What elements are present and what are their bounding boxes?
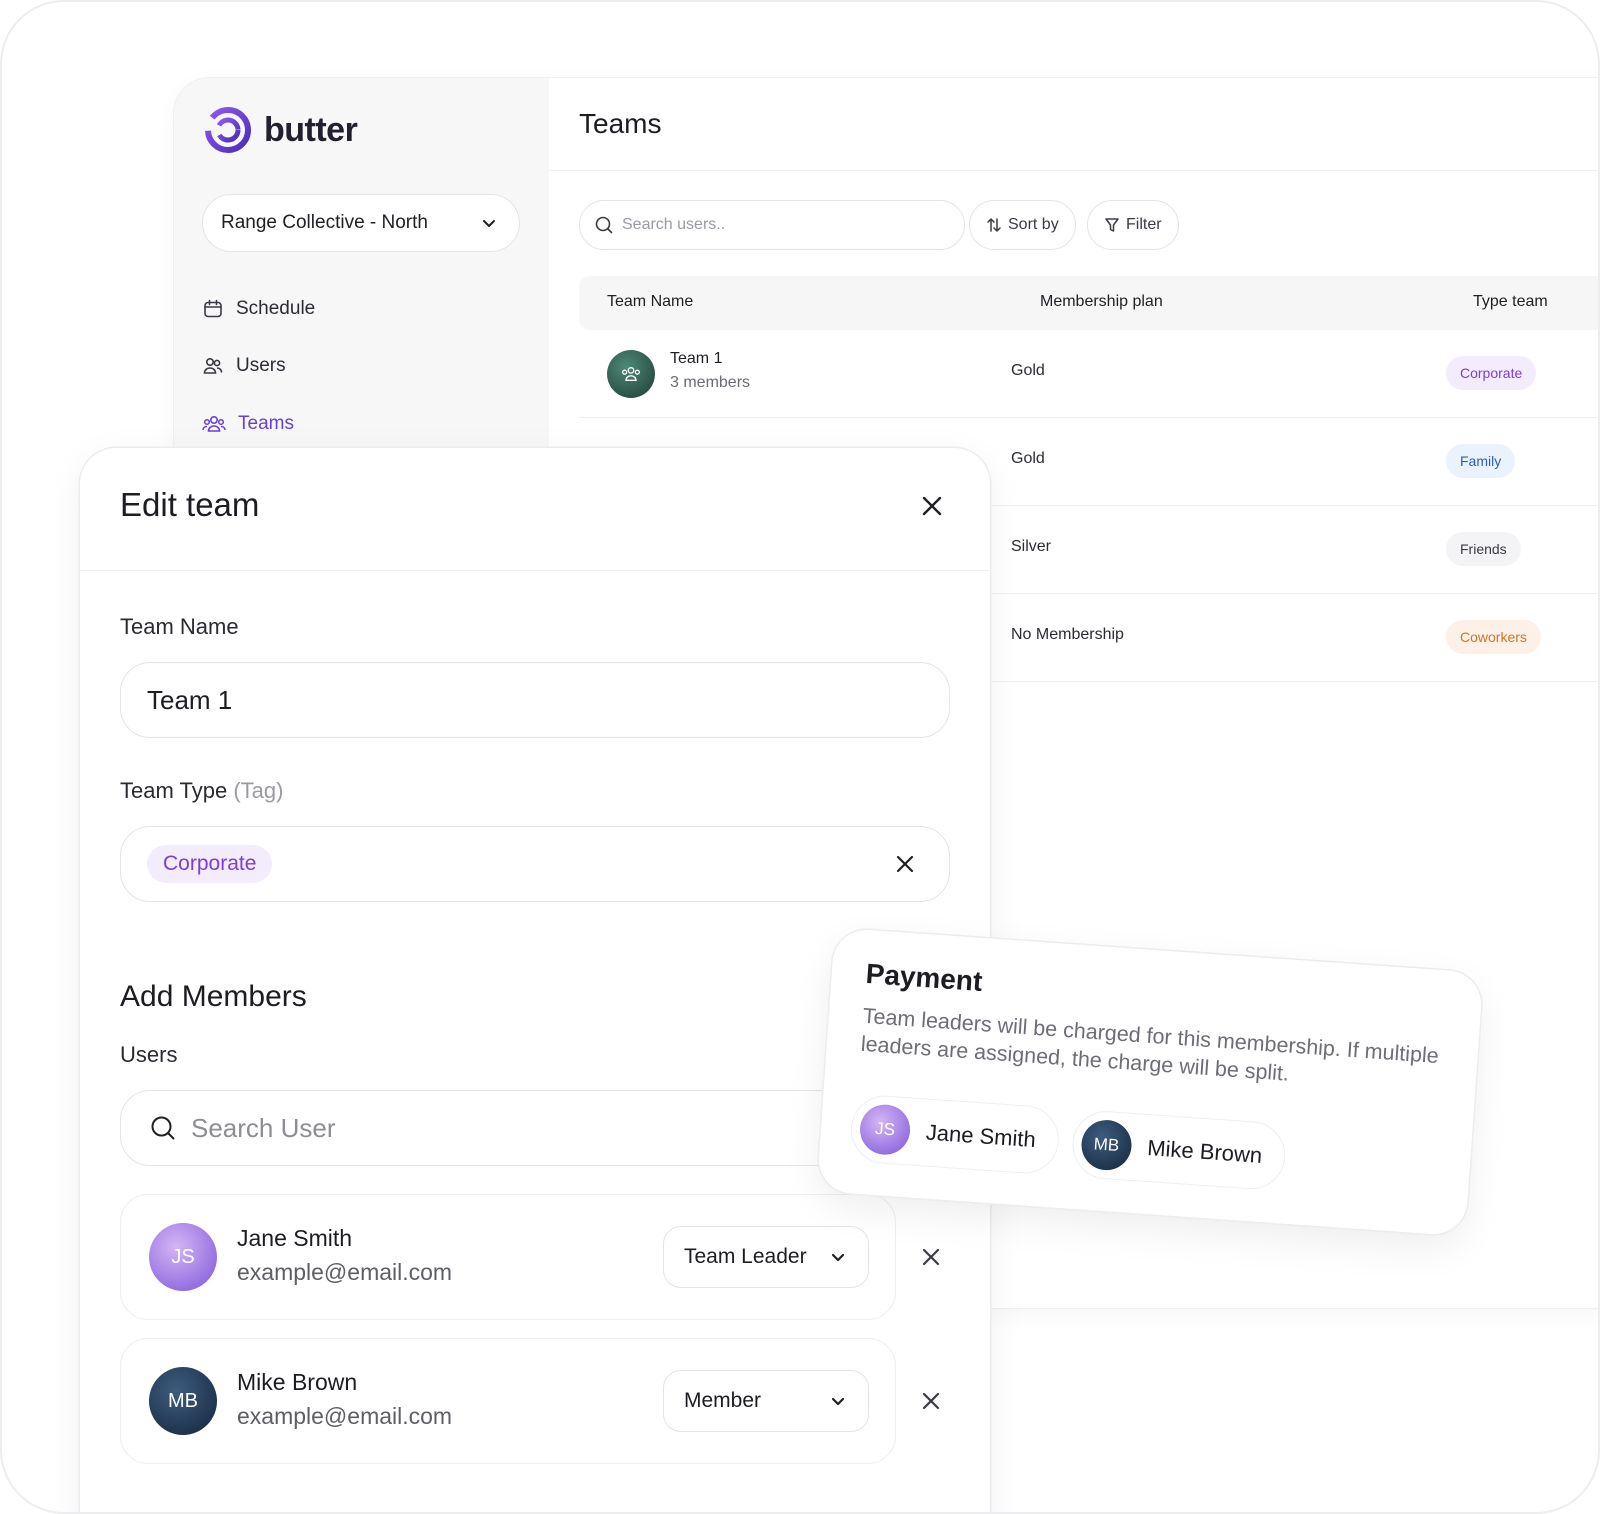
sidebar-item-label: Users bbox=[236, 355, 286, 376]
team-name-label: Team Name bbox=[120, 614, 239, 639]
member-name: Mike Brown bbox=[237, 1369, 358, 1395]
team-avatar bbox=[607, 350, 655, 398]
remove-member-button[interactable] bbox=[921, 1391, 941, 1416]
avatar: MB bbox=[1079, 1118, 1134, 1172]
header-divider bbox=[549, 170, 1598, 171]
team-members-count: 3 members bbox=[670, 374, 751, 391]
column-header[interactable]: Type team bbox=[1473, 293, 1548, 311]
team-type-input[interactable]: Corporate bbox=[120, 826, 950, 902]
filter-label: Filter bbox=[1126, 216, 1162, 233]
role-select[interactable]: Member bbox=[663, 1370, 869, 1432]
role-value: Team Leader bbox=[684, 1245, 807, 1268]
users-label: Users bbox=[120, 1042, 178, 1067]
team-name: Team 1 bbox=[670, 350, 723, 367]
team-type-badge: Family bbox=[1446, 444, 1516, 478]
page-title: Teams bbox=[579, 108, 662, 139]
team-name-input[interactable]: Team 1 bbox=[120, 662, 950, 738]
column-header[interactable]: Membership plan bbox=[1040, 293, 1163, 311]
payment-card: Payment Team leaders will be charged for… bbox=[816, 927, 1484, 1237]
butter-logo-icon bbox=[205, 107, 251, 153]
chevron-down-icon bbox=[831, 1253, 845, 1262]
users-icon bbox=[203, 357, 223, 374]
filter-icon bbox=[1105, 218, 1119, 232]
column-header[interactable]: Team Name bbox=[607, 293, 693, 311]
member-card: MB Mike Brown example@email.com Member bbox=[120, 1338, 940, 1464]
payment-user-chip: MB Mike Brown bbox=[1070, 1108, 1288, 1192]
member-name: Jane Smith bbox=[237, 1225, 353, 1251]
member-card: JS Jane Smith example@email.com Team Lea… bbox=[120, 1194, 940, 1320]
search-user-placeholder: Search User bbox=[191, 1112, 336, 1143]
search-icon bbox=[151, 1116, 175, 1140]
sidebar-item-label: Teams bbox=[238, 413, 294, 434]
location-label: Range Collective - North bbox=[221, 212, 428, 233]
membership-plan: Gold bbox=[1011, 362, 1045, 379]
role-select[interactable]: Team Leader bbox=[663, 1226, 869, 1288]
sort-icon bbox=[987, 218, 1001, 232]
avatar: JS bbox=[858, 1102, 912, 1157]
location-select[interactable]: Range Collective - North bbox=[202, 194, 520, 252]
brand-name: butter bbox=[264, 110, 358, 149]
screenshot-frame: butter Range Collective - North Schedule… bbox=[0, 0, 1600, 1514]
team-type-label: Team Type (Tag) bbox=[120, 778, 283, 804]
clear-tag-icon[interactable] bbox=[895, 854, 915, 874]
teams-icon bbox=[621, 366, 640, 382]
team-type-badge: Friends bbox=[1446, 532, 1521, 566]
modal-title: Edit team bbox=[120, 486, 260, 523]
sidebar-item-label: Schedule bbox=[236, 298, 316, 319]
table-header: Team Name Membership plan Type team bbox=[579, 276, 1598, 330]
avatar: JS bbox=[149, 1223, 217, 1291]
close-icon bbox=[922, 1392, 940, 1410]
avatar: MB bbox=[149, 1367, 217, 1435]
role-value: Member bbox=[684, 1389, 762, 1412]
membership-plan: Silver bbox=[1011, 538, 1052, 555]
table-row[interactable]: Team 1 3 members Gold Corporate bbox=[579, 330, 1598, 418]
membership-plan: No Membership bbox=[1011, 626, 1124, 643]
search-users-input[interactable]: Search users.. bbox=[579, 200, 965, 250]
remove-member-button[interactable] bbox=[921, 1247, 941, 1272]
payment-user-name: Jane Smith bbox=[925, 1119, 1037, 1153]
payment-description: Team leaders will be charged for this me… bbox=[860, 1003, 1440, 1086]
payment-title: Payment bbox=[864, 957, 984, 998]
team-type-badge: Coworkers bbox=[1446, 620, 1541, 654]
member-email: example@email.com bbox=[237, 1259, 453, 1285]
teams-icon bbox=[202, 415, 226, 432]
sidebar-item-schedule[interactable]: Schedule bbox=[202, 298, 315, 320]
chevron-down-icon bbox=[483, 220, 495, 227]
sort-label: Sort by bbox=[1008, 216, 1059, 233]
search-icon bbox=[595, 216, 613, 234]
brand-logo[interactable]: butter bbox=[202, 104, 358, 156]
filter-button[interactable]: Filter bbox=[1087, 200, 1179, 250]
search-placeholder: Search users.. bbox=[622, 216, 726, 233]
modal-divider bbox=[80, 570, 990, 571]
chevron-down-icon bbox=[831, 1397, 845, 1406]
payment-user-name: Mike Brown bbox=[1146, 1135, 1263, 1168]
sort-button[interactable]: Sort by bbox=[969, 200, 1076, 250]
sidebar-item-teams[interactable]: Teams bbox=[202, 413, 294, 435]
membership-plan: Gold bbox=[1011, 450, 1045, 467]
team-type-label-text: Team Type bbox=[120, 778, 228, 803]
close-icon bbox=[922, 1248, 940, 1266]
add-members-title: Add Members bbox=[120, 980, 307, 1013]
team-type-tag[interactable]: Corporate bbox=[147, 845, 273, 883]
team-type-badge: Corporate bbox=[1446, 356, 1537, 390]
team-name-value: Team 1 bbox=[147, 684, 233, 715]
team-type-hint: (Tag) bbox=[233, 778, 284, 803]
calendar-icon bbox=[204, 299, 222, 318]
close-icon bbox=[922, 496, 942, 516]
sidebar-item-users[interactable]: Users bbox=[202, 355, 286, 377]
payment-user-chip: JS Jane Smith bbox=[848, 1093, 1062, 1176]
close-modal-button[interactable] bbox=[920, 494, 944, 523]
member-email: example@email.com bbox=[237, 1403, 453, 1429]
